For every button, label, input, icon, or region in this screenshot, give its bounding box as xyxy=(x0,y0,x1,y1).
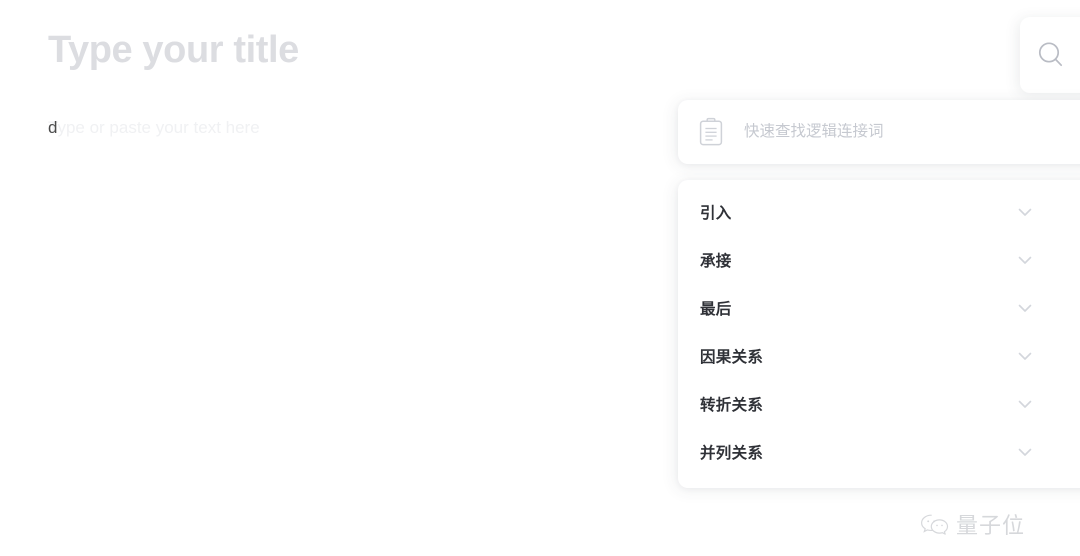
body-typed-text: d xyxy=(48,118,58,137)
logic-search-panel[interactable] xyxy=(678,100,1080,164)
category-row-zuihou[interactable]: 最后 xyxy=(678,284,1080,332)
title-placeholder[interactable]: Type your title xyxy=(48,26,299,74)
body-editor[interactable]: Type or paste your text here d xyxy=(48,114,668,144)
category-label: 最后 xyxy=(700,301,732,318)
search-launcher-button[interactable] xyxy=(1020,17,1080,93)
chevron-down-icon[interactable] xyxy=(1014,441,1036,463)
chevron-down-icon[interactable] xyxy=(1014,393,1036,415)
clipboard-icon xyxy=(698,117,724,147)
category-row-chengjie[interactable]: 承接 xyxy=(678,236,1080,284)
category-label: 转折关系 xyxy=(700,397,764,414)
chevron-down-icon[interactable] xyxy=(1014,345,1036,367)
category-label: 并列关系 xyxy=(700,445,764,462)
category-label: 引入 xyxy=(700,205,732,222)
watermark-text: 量子位 xyxy=(956,513,1026,538)
category-row-bingliequanxi[interactable]: 并列关系 xyxy=(678,428,1080,476)
chevron-down-icon[interactable] xyxy=(1014,249,1036,271)
search-icon xyxy=(1034,38,1068,72)
category-label: 承接 xyxy=(700,253,732,270)
watermark: 量子位 xyxy=(920,513,1025,539)
category-row-zhuanzheguanxi[interactable]: 转折关系 xyxy=(678,380,1080,428)
category-row-yinru[interactable]: 引入 xyxy=(678,188,1080,236)
chevron-down-icon[interactable] xyxy=(1014,201,1036,223)
logic-search-input[interactable] xyxy=(744,123,1044,141)
chevron-down-icon[interactable] xyxy=(1014,297,1036,319)
category-row-yinguoguanxi[interactable]: 因果关系 xyxy=(678,332,1080,380)
logic-connectives-drawer: 引入 承接 最后 因果关系 xyxy=(678,100,1080,492)
body-placeholder: Type or paste your text here xyxy=(48,118,260,137)
wechat-logo-icon xyxy=(920,513,950,539)
logic-category-list: 引入 承接 最后 因果关系 转折关系 并列关系 xyxy=(678,180,1080,488)
category-label: 因果关系 xyxy=(700,349,764,366)
